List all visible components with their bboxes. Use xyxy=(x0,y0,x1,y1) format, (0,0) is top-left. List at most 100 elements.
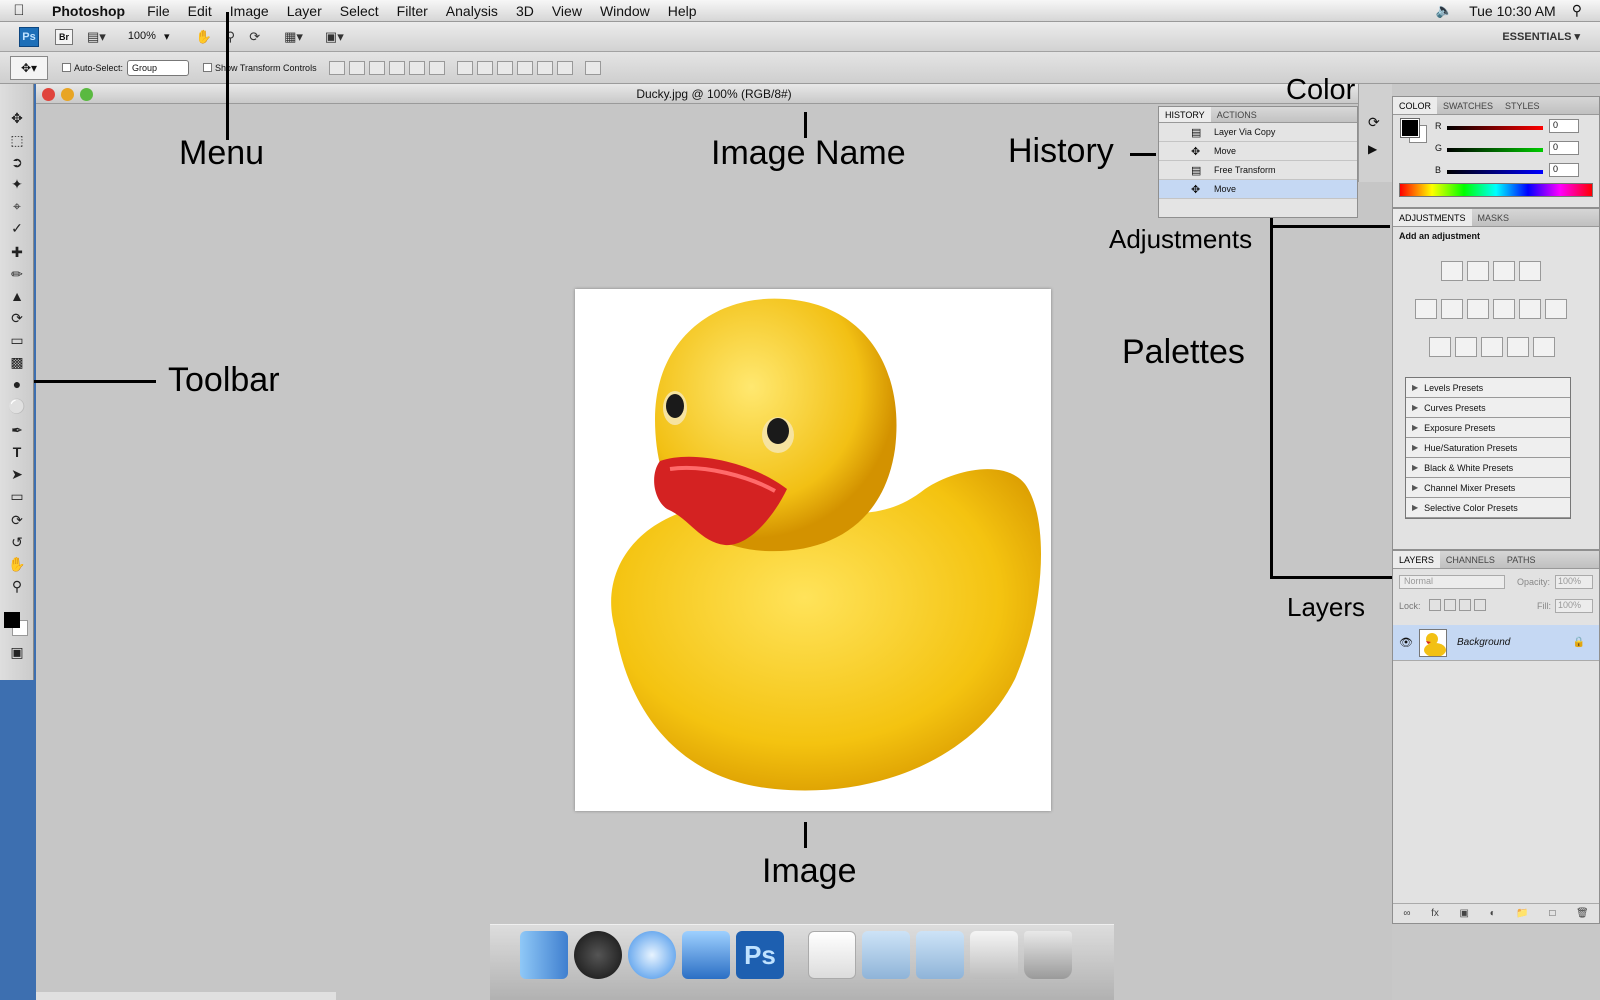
type-tool-icon[interactable]: T xyxy=(7,444,27,462)
preset-item[interactable]: ▶ Channel Mixer Presets xyxy=(1406,478,1570,498)
pen-tool-icon[interactable]: ✒ xyxy=(7,422,27,440)
history-state[interactable]: ✥ Move xyxy=(1159,142,1357,161)
color-spectrum-bar[interactable] xyxy=(1399,183,1593,197)
distribute-right-button[interactable] xyxy=(556,60,573,75)
tool-preset-picker[interactable]: ✥ ▾ xyxy=(10,55,48,80)
delete-layer-icon[interactable]: 🗑 xyxy=(1576,908,1589,919)
link-layers-icon[interactable]: ∞ xyxy=(1403,908,1410,919)
auto-select-target[interactable]: Group xyxy=(127,59,190,76)
tab-styles[interactable]: STYLES xyxy=(1499,97,1546,114)
lock-pixels-icon[interactable] xyxy=(1444,599,1456,611)
workspace-switcher[interactable]: ESSENTIALS ▾ xyxy=(1502,30,1580,43)
brightness-contrast-icon[interactable] xyxy=(1441,261,1463,281)
trash-icon[interactable] xyxy=(1024,931,1072,979)
slider-track[interactable] xyxy=(1447,126,1543,130)
document-image[interactable] xyxy=(575,289,1051,811)
path-selection-tool-icon[interactable]: ➤ xyxy=(7,466,27,484)
black-white-icon[interactable] xyxy=(1493,299,1515,319)
preset-item[interactable]: ▶ Black & White Presets xyxy=(1406,458,1570,478)
preset-item[interactable]: ▶ Selective Color Presets xyxy=(1406,498,1570,518)
new-group-icon[interactable]: 📁 xyxy=(1516,908,1528,919)
tab-paths[interactable]: PATHS xyxy=(1501,551,1542,568)
clock[interactable]: Tue 10:30 AM xyxy=(1469,3,1556,19)
menu-file[interactable]: File xyxy=(138,3,179,19)
preset-item[interactable]: ▶ Levels Presets xyxy=(1406,378,1570,398)
hue-saturation-icon[interactable] xyxy=(1441,299,1463,319)
tab-swatches[interactable]: SWATCHES xyxy=(1437,97,1499,114)
menu-filter[interactable]: Filter xyxy=(388,3,437,19)
align-left-edges-button[interactable] xyxy=(388,60,405,75)
eraser-tool-icon[interactable]: ▭ xyxy=(7,332,27,350)
align-bottom-edges-button[interactable] xyxy=(368,60,385,75)
slider-track[interactable] xyxy=(1447,148,1543,152)
gradient-tool-icon[interactable]: ▩ xyxy=(7,354,27,372)
add-mask-icon[interactable]: ▣ xyxy=(1459,908,1468,919)
screen-mode-icon[interactable]: ▣▾ xyxy=(325,29,344,45)
word-icon[interactable] xyxy=(682,931,730,979)
distribute-bottom-button[interactable] xyxy=(496,60,513,75)
tab-history[interactable]: HISTORY xyxy=(1159,107,1211,122)
3d-rotate-tool-icon[interactable]: ⟳ xyxy=(7,512,27,530)
menu-window[interactable]: Window xyxy=(591,3,659,19)
photo-filter-icon[interactable] xyxy=(1519,299,1541,319)
lock-transparency-icon[interactable] xyxy=(1429,599,1441,611)
photoshop-icon[interactable]: Ps xyxy=(736,931,784,979)
hand-tool-icon[interactable]: ✋ xyxy=(195,29,211,45)
menu-edit[interactable]: Edit xyxy=(179,3,221,19)
fg-color-chip[interactable] xyxy=(1400,118,1420,138)
threshold-icon[interactable] xyxy=(1481,337,1503,357)
safari-icon[interactable] xyxy=(628,931,676,979)
menu-view[interactable]: View xyxy=(543,3,591,19)
preview-icon[interactable] xyxy=(970,931,1018,979)
channel-value[interactable]: 0 xyxy=(1549,163,1579,177)
brush-tool-icon[interactable]: ✏ xyxy=(7,266,27,284)
quick-selection-tool-icon[interactable]: ✦ xyxy=(7,176,27,194)
dodge-tool-icon[interactable]: ⚪ xyxy=(7,398,27,416)
menu-3d[interactable]: 3D xyxy=(507,3,543,19)
fill-field[interactable]: 100% xyxy=(1555,599,1593,613)
distribute-left-button[interactable] xyxy=(516,60,533,75)
tab-adjustments[interactable]: ADJUSTMENTS xyxy=(1393,209,1472,226)
levels-icon[interactable] xyxy=(1467,261,1489,281)
spotlight-icon[interactable]: ⚲ xyxy=(1572,2,1582,19)
color-balance-icon[interactable] xyxy=(1467,299,1489,319)
align-horizontal-centers-button[interactable] xyxy=(408,60,425,75)
history-brush-tool-icon[interactable]: ⟳ xyxy=(7,310,27,328)
tab-actions[interactable]: ACTIONS xyxy=(1211,107,1263,122)
pdf-icon[interactable] xyxy=(808,931,856,979)
history-panel-icon[interactable]: ⟳ xyxy=(1368,114,1380,131)
align-right-edges-button[interactable] xyxy=(428,60,445,75)
posterize-icon[interactable] xyxy=(1455,337,1477,357)
healing-brush-tool-icon[interactable]: ✚ xyxy=(7,244,27,262)
slider-track[interactable] xyxy=(1447,170,1543,174)
crop-tool-icon[interactable]: ⌖ xyxy=(7,198,27,216)
arrange-documents-icon[interactable]: ▦▾ xyxy=(284,29,303,45)
eyedropper-tool-icon[interactable]: ✓ xyxy=(7,220,27,238)
auto-select-checkbox[interactable]: Auto-Select: xyxy=(62,63,123,73)
distribute-top-button[interactable] xyxy=(456,60,473,75)
channel-value[interactable]: 0 xyxy=(1549,141,1579,155)
view-extras-icon[interactable]: ▤▾ xyxy=(87,29,106,45)
apple-icon[interactable]:  xyxy=(0,2,38,19)
tab-color[interactable]: COLOR xyxy=(1393,97,1438,114)
move-tool-icon[interactable]: ✥ xyxy=(7,110,27,128)
channel-mixer-icon[interactable] xyxy=(1545,299,1567,319)
red-slider[interactable]: R 0 xyxy=(1435,119,1599,141)
distribute-hcenter-button[interactable] xyxy=(536,60,553,75)
tab-channels[interactable]: CHANNELS xyxy=(1440,551,1501,568)
blue-slider[interactable]: B 0 xyxy=(1435,163,1599,185)
show-transform-controls-checkbox[interactable]: Show Transform Controls xyxy=(203,63,317,73)
auto-align-layers-button[interactable] xyxy=(584,60,601,75)
new-layer-icon[interactable]: □ xyxy=(1549,908,1555,919)
lock-all-icon[interactable] xyxy=(1474,599,1486,611)
menu-analysis[interactable]: Analysis xyxy=(437,3,507,19)
green-slider[interactable]: G 0 xyxy=(1435,141,1599,163)
menu-layer[interactable]: Layer xyxy=(278,3,331,19)
documents-folder-icon[interactable] xyxy=(862,931,910,979)
foreground-color-swatch[interactable] xyxy=(4,612,20,628)
rectangle-tool-icon[interactable]: ▭ xyxy=(7,488,27,506)
align-vertical-centers-button[interactable] xyxy=(348,60,365,75)
preset-item[interactable]: ▶ Exposure Presets xyxy=(1406,418,1570,438)
exposure-icon[interactable] xyxy=(1519,261,1541,281)
lock-position-icon[interactable] xyxy=(1459,599,1471,611)
